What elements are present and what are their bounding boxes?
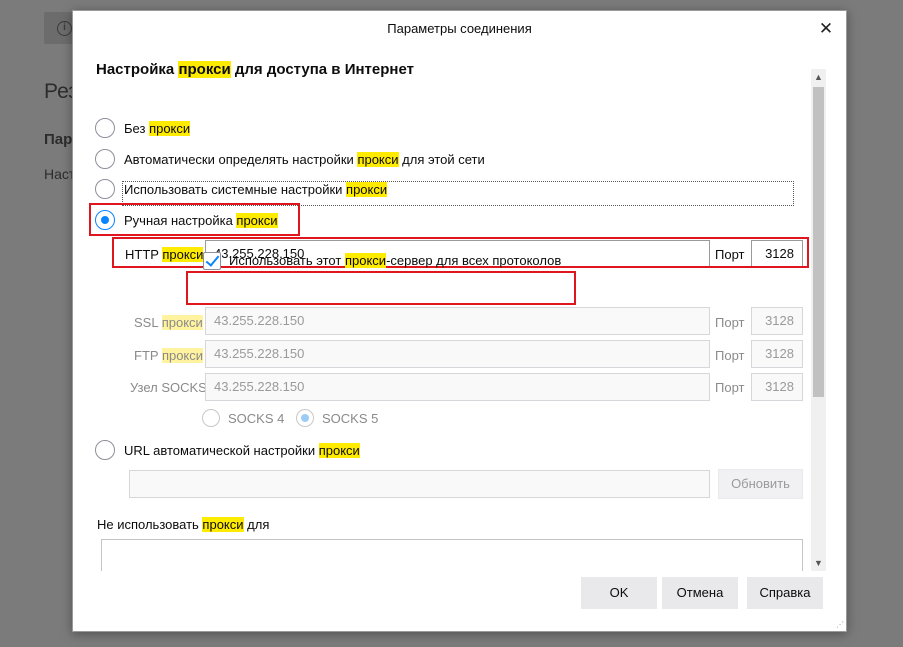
background-text: Наст	[44, 166, 76, 182]
no-proxy-for-label: Не использовать прокси для	[97, 517, 270, 532]
use-for-all-label: Использовать этот прокси-сервер для всех…	[229, 253, 562, 268]
radio-auto-url[interactable]: URL автоматической настройки прокси	[95, 439, 360, 461]
dialog-titlebar: Параметры соединения ✕	[73, 11, 846, 48]
cancel-button[interactable]: Отмена	[662, 577, 738, 609]
radio-button[interactable]	[95, 118, 115, 138]
radio-socks4[interactable]: SOCKS 4	[202, 407, 284, 429]
scrollbar-thumb[interactable]	[813, 87, 824, 397]
connection-settings-dialog: Параметры соединения ✕ ▲ ▼ Настройка про…	[72, 10, 847, 632]
radio-label: SOCKS 5	[322, 410, 379, 426]
scroll-down-icon[interactable]: ▼	[811, 555, 826, 571]
socks-port-input[interactable]: 3128	[751, 373, 803, 401]
radio-button[interactable]	[296, 409, 314, 427]
info-icon: i	[57, 21, 72, 36]
auto-url-input[interactable]	[129, 470, 710, 498]
radio-label: Без прокси	[124, 120, 191, 136]
annotation-box-all-protocols	[186, 271, 576, 305]
ssl-proxy-input[interactable]: 43.255.228.150	[205, 307, 710, 335]
ftp-port-label: Порт	[715, 348, 745, 363]
ftp-port-input[interactable]: 3128	[751, 340, 803, 368]
ftp-proxy-label: FTP прокси	[134, 348, 204, 363]
reload-button[interactable]: Обновить	[718, 469, 803, 499]
socks-host-label: Узел SOCKS	[130, 380, 207, 395]
socks-port-label: Порт	[715, 380, 745, 395]
ssl-port-label: Порт	[715, 315, 745, 330]
ftp-proxy-input[interactable]: 43.255.228.150	[205, 340, 710, 368]
radio-label: Автоматически определять настройки прокс…	[124, 151, 485, 167]
ok-button[interactable]: OK	[581, 577, 657, 609]
ssl-port-input[interactable]: 3128	[751, 307, 803, 335]
resize-grip-icon[interactable]: ⋰	[836, 621, 844, 629]
radio-button[interactable]	[95, 440, 115, 460]
radio-button[interactable]	[202, 409, 220, 427]
dialog-title: Параметры соединения	[387, 21, 532, 36]
ssl-proxy-label: SSL прокси	[134, 315, 203, 330]
annotation-box-manual	[89, 203, 300, 236]
radio-button[interactable]	[95, 149, 115, 169]
radio-auto-detect[interactable]: Автоматически определять настройки прокс…	[95, 148, 485, 170]
radio-label: SOCKS 4	[228, 410, 285, 426]
help-button[interactable]: Справка	[747, 577, 823, 609]
radio-socks5[interactable]: SOCKS 5	[296, 407, 378, 429]
radio-no-proxy[interactable]: Без прокси	[95, 117, 191, 139]
radio-label: URL автоматической настройки прокси	[124, 442, 360, 458]
radio-button[interactable]	[95, 179, 115, 199]
background-section-title: Пар	[44, 131, 73, 148]
proxy-settings-heading: Настройка прокси для доступа в Интернет	[96, 61, 414, 78]
scrollbar[interactable]: ▲ ▼	[811, 69, 826, 571]
scroll-up-icon[interactable]: ▲	[811, 69, 826, 85]
socks-host-input[interactable]: 43.255.228.150	[205, 373, 710, 401]
close-icon[interactable]: ✕	[816, 19, 836, 39]
use-for-all-checkbox[interactable]	[203, 252, 221, 270]
